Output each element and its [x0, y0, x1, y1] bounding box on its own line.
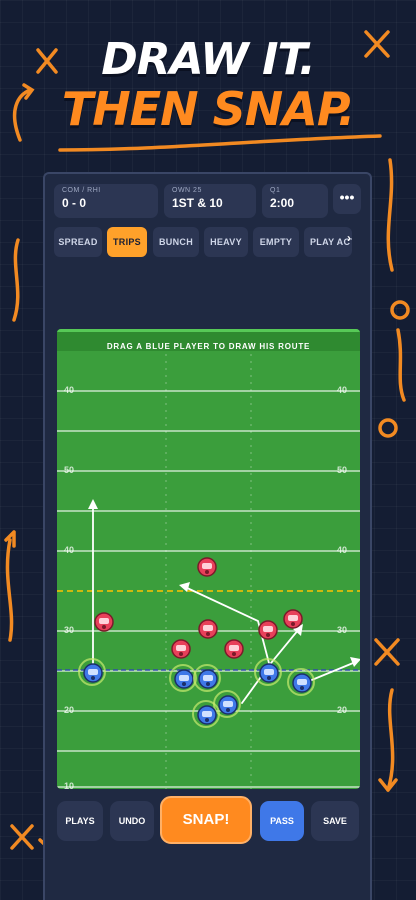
defender-corner	[94, 612, 114, 632]
pass-button[interactable]: PASS	[260, 801, 304, 841]
defender-linebacker	[198, 619, 218, 639]
field-position-label: OWN 25	[172, 187, 202, 194]
offense-slot-receiver[interactable]	[254, 658, 282, 686]
yard-number: 40	[337, 385, 348, 395]
defender-safety	[197, 557, 217, 577]
offense-lineman[interactable]	[169, 664, 197, 692]
yard-number: 50	[337, 465, 348, 475]
yard-number: 20	[337, 705, 348, 715]
offense-quarterback[interactable]	[192, 700, 220, 728]
score-card: COM / RHI 0 - 0	[54, 184, 158, 218]
tab-empty[interactable]: EMPTY	[253, 227, 299, 257]
yard-number: 50	[64, 465, 75, 475]
defender-lineman	[224, 639, 244, 659]
defender-lineman	[171, 639, 191, 659]
tab-bunch[interactable]: BUNCH	[153, 227, 199, 257]
yard-number: 40	[64, 385, 75, 395]
yard-number: 30	[64, 625, 75, 635]
yard-number: 10	[64, 781, 75, 789]
clock-value: 2:00	[270, 196, 295, 210]
more-options-button[interactable]: •••	[333, 184, 361, 214]
tab-spread[interactable]: SPREAD	[54, 227, 102, 257]
field-instruction: DRAG A BLUE PLAYER TO DRAW HIS ROUTE	[106, 342, 311, 351]
chevron-right-icon[interactable]: ›	[347, 231, 351, 245]
headline-line-2: THEN SNAP.	[61, 82, 355, 136]
clock-card: Q1 2:00	[262, 184, 328, 218]
yard-number: 20	[64, 705, 75, 715]
save-button[interactable]: SAVE	[311, 801, 359, 841]
tab-play-action[interactable]: PLAY ACTION	[304, 227, 352, 257]
offense-z-receiver[interactable]	[287, 668, 315, 696]
snap-button[interactable]: SNAP!	[160, 796, 252, 844]
offense-center[interactable]	[193, 664, 221, 692]
plays-button[interactable]: PLAYS	[57, 801, 103, 841]
down-distance-value: 1ST & 10	[172, 196, 223, 210]
yard-number: 40	[64, 545, 75, 555]
score-value: 0 - 0	[62, 196, 87, 210]
down-distance-card: OWN 25 1ST & 10	[164, 184, 256, 218]
quarter-label: Q1	[270, 187, 281, 194]
score-label: COM / RHI	[62, 187, 101, 194]
play-field[interactable]: DRAG A BLUE PLAYER TO DRAW HIS ROUTE 40 …	[57, 329, 360, 789]
offense-tight-end[interactable]	[213, 690, 241, 718]
offense-x-receiver[interactable]	[78, 658, 106, 686]
headline-line-1: DRAW IT.	[101, 34, 316, 85]
defender-corner-right	[283, 609, 303, 629]
tab-heavy[interactable]: HEAVY	[204, 227, 248, 257]
tab-trips[interactable]: TRIPS	[107, 227, 147, 257]
yard-number: 40	[337, 545, 348, 555]
undo-button[interactable]: UNDO	[110, 801, 154, 841]
defender-nickel	[258, 620, 278, 640]
phone-frame: COM / RHI 0 - 0 OWN 25 1ST & 10 Q1 2:00 …	[43, 172, 372, 900]
yard-number: 30	[337, 625, 348, 635]
